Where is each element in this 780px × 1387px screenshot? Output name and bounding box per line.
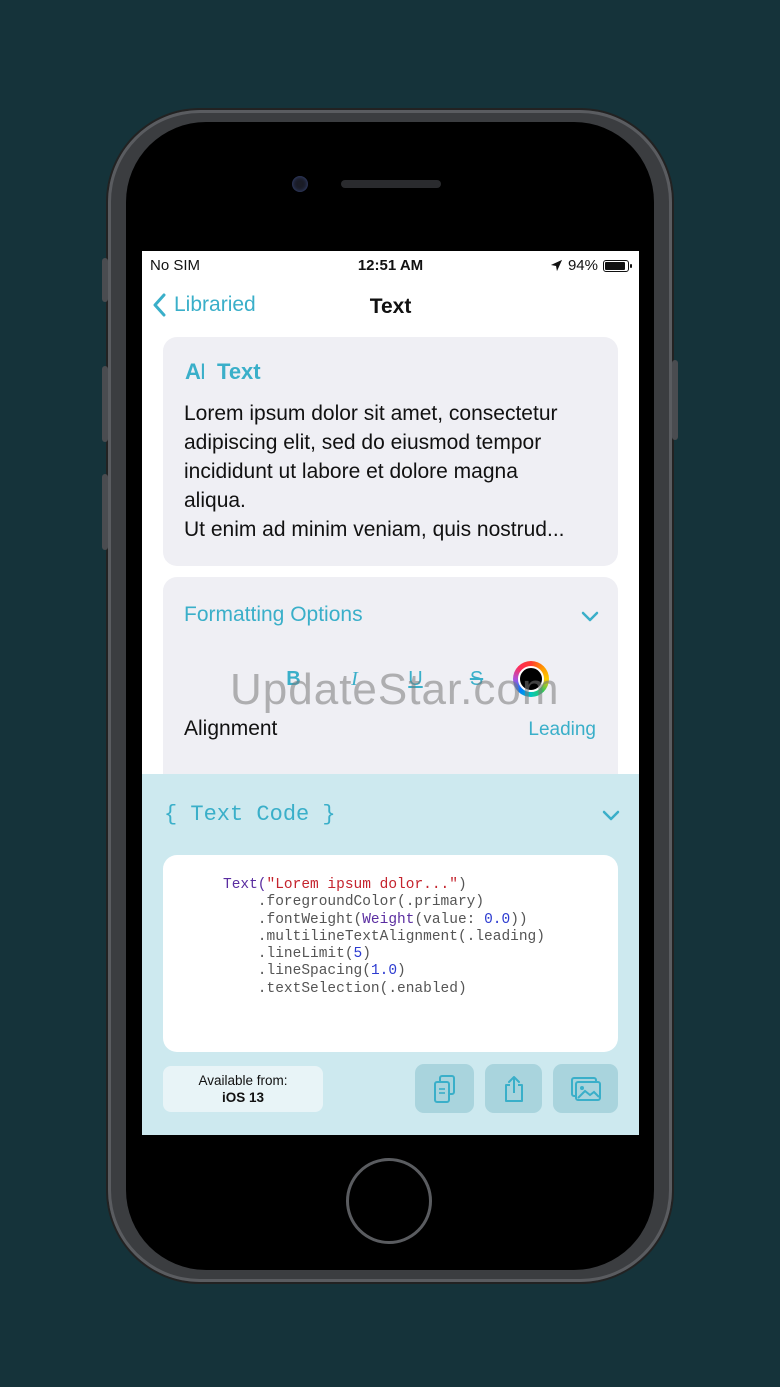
battery-icon [603,259,632,272]
code-line: .fontWeight(Weight(value: 0.0)) [223,912,545,929]
code-token: ) [457,877,467,893]
availability-badge: Available from: iOS 13 [163,1066,323,1112]
code-token: .fontWeight( [223,911,363,928]
lorem-line: aliqua. [184,489,246,512]
strikethrough-button[interactable]: S [446,668,507,691]
code-token: 5 [353,946,363,963]
navigation-bar: Libraried Text [142,287,639,327]
code-token: .lineSpacing( [223,963,371,980]
lorem-line: Lorem ipsum dolor sit amet, consectetur [184,402,558,425]
battery-percent: 94% [567,257,598,274]
app-screen: No SIM 12:51 AM 94% Libraried Text AI Te… [142,251,639,1135]
earpiece-speaker [341,180,441,188]
chevron-down-icon[interactable] [581,611,599,623]
text-card-header: AI Text [185,359,261,385]
text-cursor-icon: AI [185,359,206,384]
selected-color-swatch [518,666,544,692]
code-token: Weight [362,911,415,928]
code-panel: { Text Code } Text("Lorem ipsum dolor...… [142,774,639,1135]
lorem-line: adipiscing elit, sed do eiusmod tempor [184,431,542,454]
code-token: ) [397,963,406,980]
code-panel-header[interactable]: { Text Code } [164,802,336,827]
alignment-label: Alignment [184,717,278,740]
available-label: Available from: [198,1073,288,1088]
home-button[interactable] [346,1158,432,1244]
code-line: Text("Lorem ipsum dolor...") [223,877,545,894]
front-camera [292,176,308,192]
export-image-button[interactable] [553,1064,618,1113]
code-token: .foregroundColor(.primary) [223,894,485,911]
code-box: Text("Lorem ipsum dolor...") .foreground… [163,855,618,1052]
code-snippet: Text("Lorem ipsum dolor...") .foreground… [223,877,545,998]
underline-button[interactable]: U [385,668,446,691]
code-token: .lineLimit( [223,946,354,963]
code-line: .lineSpacing(1.0) [223,963,545,980]
volume-up-button [102,366,108,442]
copy-icon [433,1074,455,1103]
code-token: (value: [414,911,485,928]
volume-down-button [102,474,108,550]
code-token: 0.0 [484,911,511,928]
lorem-text: Lorem ipsum dolor sit amet, consectetur … [184,399,604,544]
lorem-line: incididunt ut labore et dolore magna [184,460,518,483]
copy-code-button[interactable] [415,1064,474,1113]
code-token: .multilineTextAlignment(.leading) [223,928,545,945]
code-token: Text( [223,877,267,893]
code-line: .textSelection(.enabled) [223,981,545,998]
italic-button[interactable]: I [324,668,385,691]
lorem-line: Ut enim ad minim veniam, quis nostrud... [184,518,565,541]
power-button [672,360,678,440]
alignment-picker[interactable]: Leading [528,719,596,741]
code-token: .textSelection(.enabled) [223,980,467,997]
formatting-options-header[interactable]: Formatting Options [184,603,363,627]
chevron-down-icon[interactable] [602,810,620,822]
photo-icon [570,1076,601,1101]
code-line: .foregroundColor(.primary) [223,894,545,911]
formatting-options-card[interactable]: Formatting Options B I U S Alignment Lea… [163,577,618,807]
code-line: .multilineTextAlignment(.leading) [223,929,545,946]
code-token: )) [510,911,528,928]
code-token: 1.0 [370,963,398,980]
code-line: .lineLimit(5) [223,946,545,963]
code-token: ) [362,946,371,963]
text-preview-card: AI Text Lorem ipsum dolor sit amet, cons… [163,337,618,566]
location-arrow-icon [550,259,563,272]
share-button[interactable] [485,1064,542,1113]
status-right: 94% [550,257,632,274]
code-token: "Lorem ipsum dolor..." [266,877,458,893]
text-card-title: Text [217,359,261,384]
available-version: iOS 13 [221,1090,265,1105]
status-bar: No SIM 12:51 AM 94% [142,251,639,279]
formatting-toolbar: B I U S [263,661,549,697]
mute-switch [102,258,108,302]
color-picker-button[interactable] [513,661,549,697]
bold-button[interactable]: B [263,668,324,691]
share-icon [504,1075,523,1102]
page-title: Text [369,295,412,318]
